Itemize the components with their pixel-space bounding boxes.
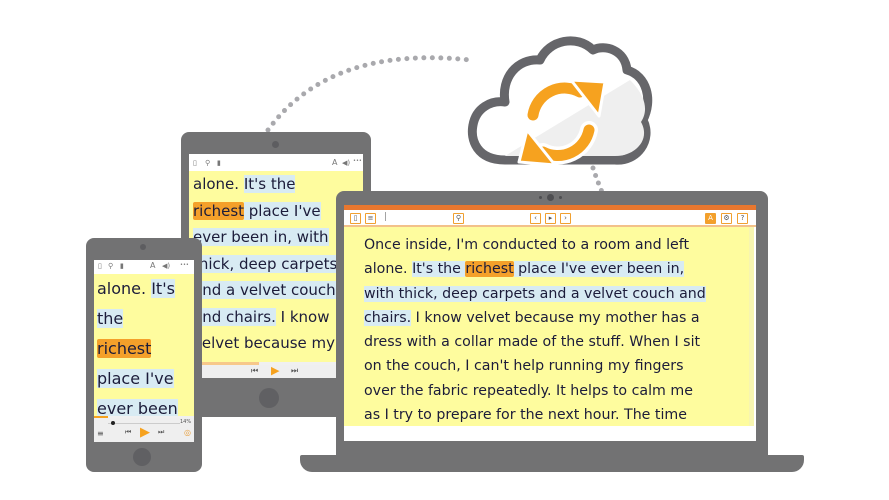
text-line: on the couch, I can't help running my fi… xyxy=(364,354,754,378)
sentence-highlight: chairs. xyxy=(364,309,412,326)
book-icon[interactable]: ▯ xyxy=(98,262,102,270)
text-line: chairs. I know velvet because my mother … xyxy=(364,306,754,330)
text-line: place I've xyxy=(94,364,194,394)
cloud-sync-icon xyxy=(467,36,653,167)
plain-text: as I try to prepare for the next hour. T… xyxy=(364,407,687,424)
phone-reading-page: alone. It's the richest place I've ever been xyxy=(94,274,194,420)
laptop-camera xyxy=(547,194,554,201)
text-line: with thick, deep carpets and a velvet co… xyxy=(364,282,754,306)
speed-icon[interactable]: ◎ xyxy=(184,428,191,437)
laptop-reading-page: Once inside, I'm conducted to a room and… xyxy=(344,227,754,426)
play-icon[interactable]: ▸ xyxy=(545,213,556,224)
plain-text: dress with a collar made of the stuff. W… xyxy=(364,334,701,351)
play-icon[interactable]: ▶ xyxy=(271,364,279,377)
word-highlight: richest xyxy=(465,261,514,278)
tablet-toolbar: ▯ ⚲ ▮ A ◀) ••• xyxy=(189,158,363,170)
phone-device: ▯ ⚲ ▮ A ◀) ••• alone. It's the richest plac… xyxy=(86,238,202,472)
percent-label: 14% xyxy=(180,419,192,425)
plain-text: Once inside, I'm conducted to a room and… xyxy=(364,237,690,253)
sentence-highlight: It's the xyxy=(412,261,466,278)
plain-text: alone. xyxy=(193,175,244,193)
bookmark-icon[interactable]: ▮ xyxy=(120,262,124,270)
text-line: dress with a collar made of the stuff. W… xyxy=(364,330,754,354)
sentence-highlight: place I've xyxy=(97,369,174,388)
audio-icon[interactable]: ◀) xyxy=(162,262,170,270)
prev-icon[interactable]: ‹ xyxy=(530,213,541,224)
book-icon[interactable]: ▯ xyxy=(350,213,361,224)
laptop-screen: ▯ ≡ | ⚲ ‹ ▸ › A ⚙ ? Once inside, I'm con… xyxy=(344,205,756,441)
sentence-highlight: ever been in, with xyxy=(193,228,329,246)
plain-text: I know velvet because my mother has a xyxy=(411,309,700,326)
word-highlight: richest xyxy=(193,201,245,220)
tablet-home-button[interactable] xyxy=(259,388,279,408)
sentence-highlight: It's the xyxy=(243,175,296,193)
text-line: as I try to prepare for the next hour. T… xyxy=(364,403,754,427)
phone-camera xyxy=(140,244,146,250)
menu-icon[interactable]: ≡ xyxy=(97,429,104,438)
font-icon[interactable]: A xyxy=(332,158,337,167)
text-style-icon[interactable]: A xyxy=(705,213,716,224)
sentence-highlight: with thick, deep carpets and a velvet co… xyxy=(364,285,706,302)
text-line: Once inside, I'm conducted to a room and… xyxy=(364,233,754,257)
text-line: richest xyxy=(94,334,194,364)
sentence-highlight: and a velvet couch xyxy=(193,281,336,299)
search-icon[interactable]: ⚲ xyxy=(205,159,210,167)
book-icon[interactable]: ▯ xyxy=(193,159,197,167)
phone-seek-slider[interactable] xyxy=(108,423,180,424)
help-icon[interactable]: ? xyxy=(737,213,748,224)
plain-text: on the couch, I can't help running my fi… xyxy=(364,358,684,375)
plain-text: alone. xyxy=(364,261,413,278)
phone-home-button[interactable] xyxy=(133,448,151,466)
text-cursor[interactable]: | xyxy=(384,212,387,222)
play-icon[interactable]: ▶ xyxy=(140,425,150,440)
font-icon[interactable]: A xyxy=(150,261,155,270)
text-line: over the fabric repeatedly. It helps to … xyxy=(364,379,754,403)
plain-text: velvet because my xyxy=(193,334,336,352)
sentence-highlight: the xyxy=(97,309,124,328)
search-icon[interactable]: ⚲ xyxy=(108,262,113,270)
plain-text: alone. xyxy=(97,279,152,298)
more-icon[interactable]: ••• xyxy=(353,158,362,164)
phone-toolbar: ▯ ⚲ ▮ A ◀) ••• xyxy=(94,260,194,274)
sentence-highlight: place I've xyxy=(244,201,321,220)
bookmark-icon[interactable]: ▮ xyxy=(217,159,221,167)
settings-icon[interactable]: ⚙ xyxy=(721,213,732,224)
laptop-toolbar: ▯ ≡ | ⚲ ‹ ▸ › A ⚙ ? xyxy=(344,210,756,227)
tablet-camera xyxy=(272,141,279,148)
skip-forward-icon[interactable]: ⏭ xyxy=(291,366,298,376)
text-line: the xyxy=(94,304,194,334)
sentence-highlight: It's xyxy=(151,279,175,298)
skip-back-icon[interactable]: ⏮ xyxy=(125,428,131,437)
search-icon[interactable]: ⚲ xyxy=(453,213,464,224)
plain-text: over the fabric repeatedly. It helps to … xyxy=(364,382,693,399)
skip-back-icon[interactable]: ⏮ xyxy=(251,366,258,376)
notes-icon[interactable]: ≡ xyxy=(365,213,376,224)
text-line: alone. It's the richest place I've ever … xyxy=(364,257,754,281)
laptop-device: ▯ ≡ | ⚲ ‹ ▸ › A ⚙ ? Once inside, I'm con… xyxy=(336,191,768,455)
word-highlight: richest xyxy=(97,339,152,358)
phone-player: 14% ≡ ⏮ ▶ ⏭ ◎ xyxy=(94,418,194,442)
scrollbar[interactable] xyxy=(749,227,754,426)
more-icon[interactable]: ••• xyxy=(180,262,189,268)
sentence-highlight: place I've ever been in, xyxy=(513,261,685,278)
sentence-highlight: thick, deep carpets xyxy=(193,254,338,273)
plain-text: I know xyxy=(275,307,330,326)
phone-screen: ▯ ⚲ ▮ A ◀) ••• alone. It's the richest plac… xyxy=(94,260,194,442)
next-icon[interactable]: › xyxy=(560,213,571,224)
text-line: alone. It's xyxy=(94,274,194,304)
laptop-base xyxy=(300,455,804,472)
sentence-highlight: and chairs. xyxy=(193,307,276,326)
skip-forward-icon[interactable]: ⏭ xyxy=(158,428,164,437)
audio-icon[interactable]: ◀) xyxy=(342,159,350,167)
